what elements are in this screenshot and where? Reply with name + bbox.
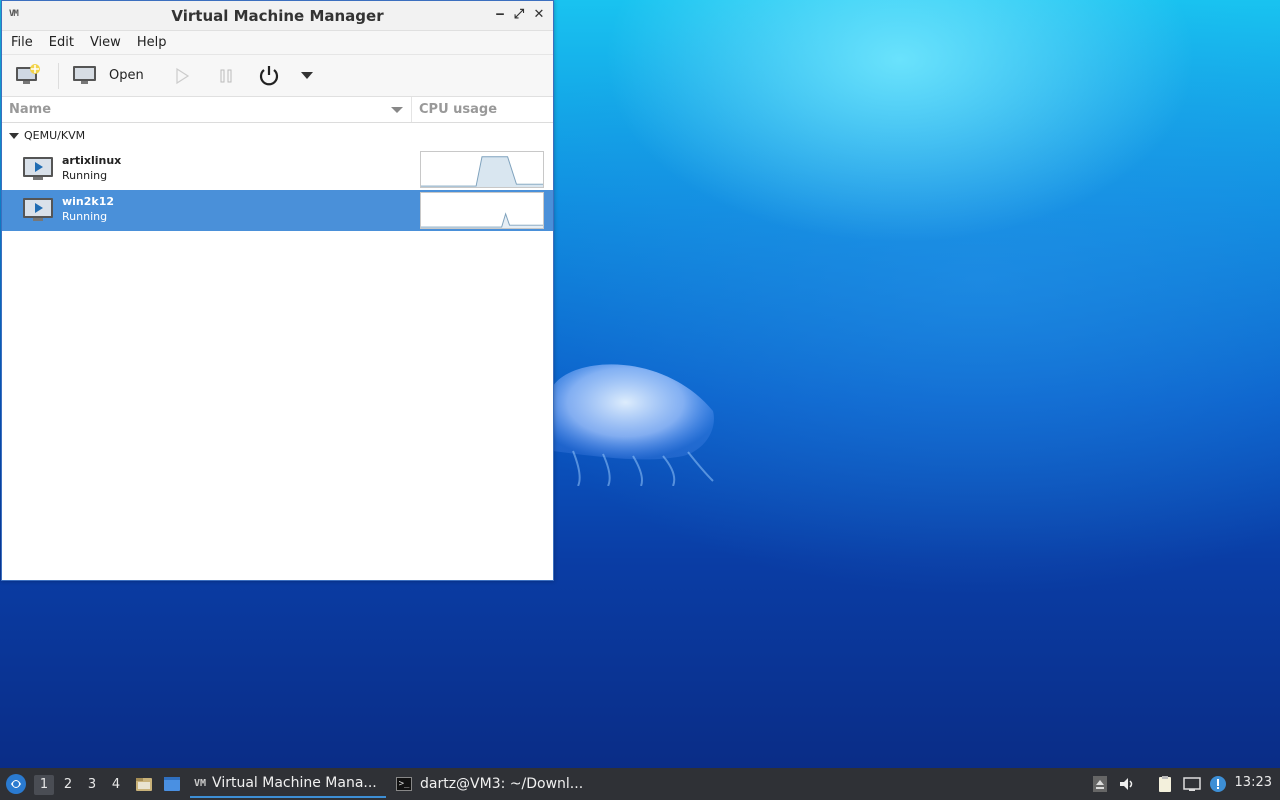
play-icon bbox=[176, 67, 190, 85]
task-terminal[interactable]: >_ dartz@VM3: ~/Downl... bbox=[392, 770, 592, 798]
toolbar-separator bbox=[58, 63, 59, 89]
list-header: Name CPU usage bbox=[2, 97, 553, 123]
column-name[interactable]: Name bbox=[2, 97, 412, 122]
vm-running-icon bbox=[23, 198, 53, 221]
pause-button[interactable] bbox=[218, 67, 234, 85]
clock[interactable]: 13:23 bbox=[1235, 775, 1272, 790]
vm-row[interactable]: win2k12 Running bbox=[2, 190, 553, 231]
cpu-usage-graph bbox=[420, 151, 544, 188]
task-label: Virtual Machine Mana... bbox=[212, 775, 377, 791]
power-icon bbox=[259, 66, 279, 86]
network-icon[interactable] bbox=[1183, 775, 1201, 793]
volume-icon[interactable] bbox=[1118, 775, 1136, 793]
run-button[interactable] bbox=[174, 67, 190, 85]
menu-bar: File Edit View Help bbox=[2, 31, 553, 55]
shutdown-button[interactable] bbox=[257, 64, 281, 88]
menu-help[interactable]: Help bbox=[137, 35, 167, 50]
title-bar[interactable]: VM Virtual Machine Manager ‒ ⤢ ✕ bbox=[2, 1, 553, 31]
new-vm-icon bbox=[16, 64, 40, 84]
menu-edit[interactable]: Edit bbox=[49, 35, 74, 50]
vm-name: artixlinux bbox=[62, 154, 122, 167]
toolbar: Open bbox=[2, 55, 553, 97]
open-label: Open bbox=[109, 67, 144, 83]
updates-icon[interactable] bbox=[1209, 775, 1227, 793]
expander-arrow-icon[interactable] bbox=[9, 133, 19, 139]
vm-status: Running bbox=[62, 210, 108, 223]
menu-view[interactable]: View bbox=[90, 35, 121, 50]
column-name-label: Name bbox=[9, 102, 52, 117]
window-title: Virtual Machine Manager bbox=[171, 7, 384, 25]
cpu-usage-graph bbox=[420, 192, 544, 229]
connection-label: QEMU/KVM bbox=[24, 129, 86, 142]
wallpaper-jellyfish bbox=[553, 364, 714, 486]
menu-file[interactable]: File bbox=[11, 35, 33, 50]
show-desktop-icon[interactable] bbox=[163, 775, 181, 793]
minimize-button[interactable]: ‒ bbox=[491, 6, 509, 24]
monitor-icon bbox=[73, 66, 96, 84]
start-menu-icon[interactable] bbox=[5, 773, 27, 795]
vm-row[interactable]: artixlinux Running bbox=[2, 149, 553, 190]
workspace-2[interactable]: 2 bbox=[58, 775, 78, 795]
sort-arrow-icon bbox=[391, 107, 403, 113]
virt-manager-icon: VM bbox=[194, 777, 207, 789]
close-button[interactable]: ✕ bbox=[530, 6, 548, 24]
dropdown-arrow-icon bbox=[301, 72, 313, 79]
workspace-1[interactable]: 1 bbox=[34, 775, 54, 795]
vm-status: Running bbox=[62, 169, 108, 182]
column-cpu[interactable]: CPU usage bbox=[412, 97, 497, 122]
vm-name: win2k12 bbox=[62, 195, 115, 208]
virt-manager-window: VM Virtual Machine Manager ‒ ⤢ ✕ File Ed… bbox=[1, 0, 554, 581]
eject-icon[interactable] bbox=[1091, 775, 1109, 793]
pause-icon bbox=[220, 69, 232, 83]
connection-group[interactable]: QEMU/KVM bbox=[2, 123, 553, 149]
maximize-button[interactable]: ⤢ bbox=[510, 6, 528, 24]
task-label: dartz@VM3: ~/Downl... bbox=[420, 776, 584, 792]
column-cpu-label: CPU usage bbox=[419, 102, 498, 117]
vm-running-icon bbox=[23, 157, 53, 180]
task-virt-manager[interactable]: VM Virtual Machine Mana... bbox=[190, 770, 386, 798]
new-vm-button[interactable] bbox=[15, 64, 41, 86]
taskbar: 1 2 3 4 VM Virtual Machine Mana... >_ da… bbox=[0, 768, 1280, 800]
terminal-icon: >_ bbox=[396, 777, 412, 791]
file-manager-icon[interactable] bbox=[135, 775, 153, 793]
shutdown-menu-button[interactable] bbox=[301, 72, 313, 80]
open-button[interactable]: Open bbox=[72, 64, 144, 86]
clipboard-icon[interactable] bbox=[1156, 775, 1174, 793]
workspace-3[interactable]: 3 bbox=[82, 775, 102, 795]
workspace-4[interactable]: 4 bbox=[106, 775, 126, 795]
